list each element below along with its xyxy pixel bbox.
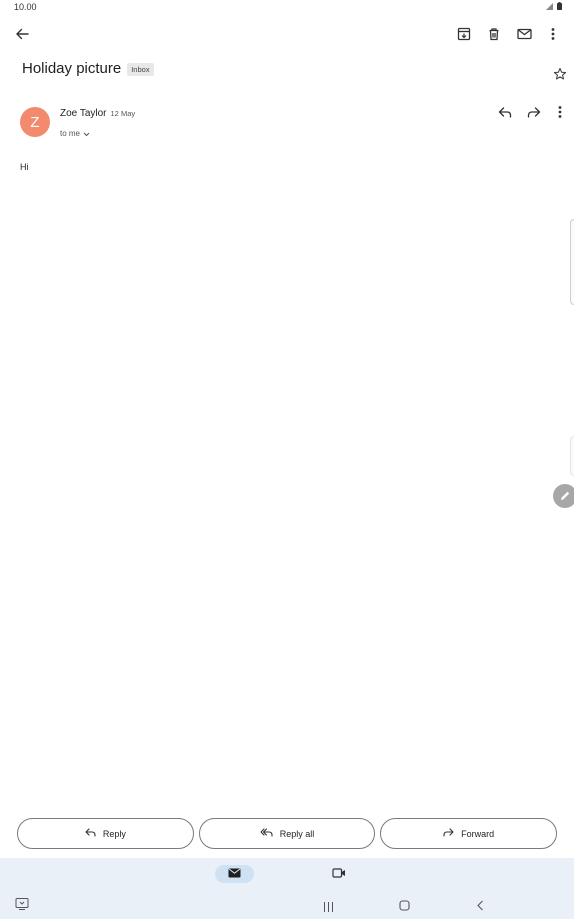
- signal-icon: [546, 2, 553, 10]
- system-back-icon[interactable]: [476, 898, 484, 916]
- top-app-bar: [0, 22, 574, 48]
- sender-line: Zoe Taylor 12 May: [60, 108, 135, 119]
- reply-icon[interactable]: [493, 100, 517, 124]
- archive-icon[interactable]: [452, 22, 476, 46]
- status-time: 10.00: [14, 2, 37, 12]
- mail-tab[interactable]: [215, 865, 254, 883]
- email-screen: 10.00 Holiday picture Inbox Z Zoe Taylor…: [0, 0, 574, 919]
- sender-avatar[interactable]: Z: [20, 107, 50, 137]
- forward-label: Forward: [461, 828, 495, 839]
- delete-icon[interactable]: [482, 22, 506, 46]
- more-vert-icon[interactable]: [541, 22, 565, 46]
- recipient-details-toggle[interactable]: to me: [60, 124, 90, 142]
- reply-icon: [85, 828, 96, 839]
- reply-label: Reply: [102, 828, 126, 839]
- home-icon[interactable]: [399, 898, 410, 916]
- keyboard-toggle-icon[interactable]: [15, 897, 29, 916]
- bottom-navigation: [0, 858, 574, 919]
- subject-row: Holiday picture Inbox: [22, 60, 154, 77]
- video-camera-icon: [332, 865, 346, 883]
- mark-unread-icon[interactable]: [512, 22, 536, 46]
- reply-all-label: Reply all: [279, 828, 315, 839]
- forward-icon[interactable]: [522, 100, 546, 124]
- reply-all-icon: [260, 828, 273, 839]
- status-bar: 10.00: [0, 0, 574, 14]
- meet-tab[interactable]: [331, 866, 347, 882]
- email-subject: Holiday picture: [22, 60, 122, 77]
- compose-pencil-icon[interactable]: [553, 484, 574, 508]
- recents-icon[interactable]: [323, 899, 334, 917]
- inbox-label-chip[interactable]: Inbox: [127, 62, 154, 76]
- message-actions: Reply Reply all Forward: [17, 818, 558, 849]
- status-icons: [546, 2, 562, 10]
- message-more-icon[interactable]: [548, 100, 572, 124]
- forward-icon: [443, 828, 454, 839]
- battery-icon: [557, 2, 562, 10]
- reply-all-button[interactable]: Reply all: [198, 818, 376, 849]
- forward-button[interactable]: Forward: [380, 818, 558, 849]
- mail-icon: [228, 865, 241, 883]
- edge-panel-handle[interactable]: [570, 219, 574, 305]
- chevron-down-icon: [83, 124, 90, 142]
- side-handle[interactable]: [570, 436, 574, 476]
- reply-button[interactable]: Reply: [17, 818, 194, 849]
- back-arrow-icon[interactable]: [10, 22, 34, 46]
- recipient-text: to me: [60, 128, 81, 138]
- sender-date: 12 May: [110, 109, 136, 118]
- email-body: Hi: [20, 162, 29, 172]
- star-icon[interactable]: [548, 62, 572, 86]
- sender-name: Zoe Taylor: [60, 108, 107, 119]
